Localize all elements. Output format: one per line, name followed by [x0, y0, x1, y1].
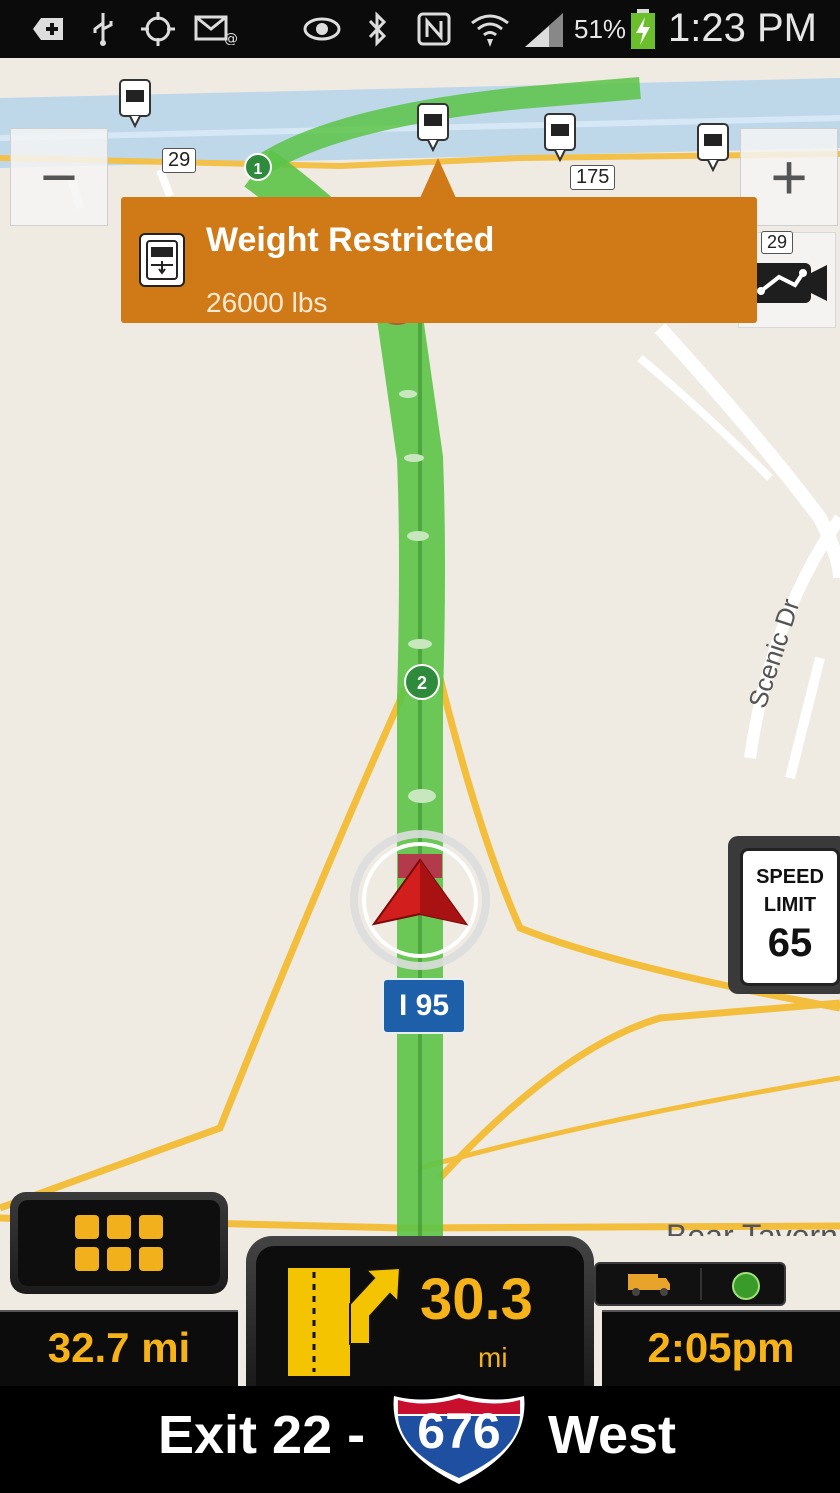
callout-subtitle: 26000 lbs: [206, 287, 328, 318]
menu-button[interactable]: [10, 1192, 228, 1294]
navigation-dashboard: 32.7 mi 30.3 mi 2:05pm: [0, 1192, 840, 1388]
exit-text: Exit 22 -: [158, 1405, 366, 1465]
speed-limit-value: 65: [767, 921, 813, 965]
svg-text:@: @: [224, 31, 238, 45]
next-turn-panel[interactable]: 30.3 mi: [246, 1236, 594, 1386]
next-turn-unit: mi: [478, 1342, 508, 1373]
plus-badge-icon: [26, 8, 68, 50]
speed-limit-label: SPEED LIMIT: [756, 866, 824, 916]
distance-remaining-panel[interactable]: 32.7 mi: [0, 1310, 238, 1388]
turn-instruction-bar: Exit 22 - 676 West: [0, 1386, 840, 1493]
status-indicators[interactable]: [594, 1262, 786, 1306]
nfc-icon: [414, 8, 454, 50]
road-badge: 29: [162, 148, 197, 173]
bluetooth-icon: [362, 8, 392, 50]
wifi-icon: [468, 8, 512, 50]
direction-text: West: [548, 1405, 677, 1465]
truck-restriction-icon: [139, 233, 185, 287]
status-bar: @ 51% 1:23 PM: [0, 0, 840, 58]
gps-icon: [138, 8, 178, 50]
gps-signal-icon: [732, 1272, 760, 1300]
truck-icon: [628, 1274, 670, 1296]
svg-text:1: 1: [254, 161, 263, 178]
turn-right-arrow-icon: [288, 1266, 402, 1376]
eye-icon: [302, 8, 342, 50]
eta-time: 2:05pm: [647, 1324, 795, 1371]
road-badge: 175: [570, 165, 616, 190]
distance-remaining: 32.7 mi: [47, 1324, 191, 1371]
restriction-callout[interactable]: Weight Restricted 26000 lbs: [121, 197, 757, 323]
email-icon: @: [194, 8, 238, 50]
speed-limit-sign: SPEED LIMIT 65: [728, 836, 840, 994]
battery-percent: 51%: [574, 14, 627, 44]
route-number: 676: [417, 1403, 501, 1459]
signal-icon: [522, 8, 566, 50]
street-label-bear: Bear Tavern: [666, 1218, 838, 1236]
svg-text:2: 2: [417, 673, 427, 693]
highway-badge-i95: I 95: [382, 978, 466, 1034]
zoom-out-button[interactable]: −: [10, 128, 108, 226]
usb-icon: [88, 8, 118, 50]
grid-menu-icon: [18, 1200, 220, 1286]
callout-pointer: [420, 158, 456, 198]
battery-charging-icon: [626, 8, 660, 50]
next-turn-distance: 30.3: [420, 1267, 533, 1332]
eta-panel[interactable]: 2:05pm: [602, 1310, 840, 1388]
clock-time: 1:23 PM: [668, 6, 817, 50]
callout-title: Weight Restricted: [206, 221, 495, 259]
